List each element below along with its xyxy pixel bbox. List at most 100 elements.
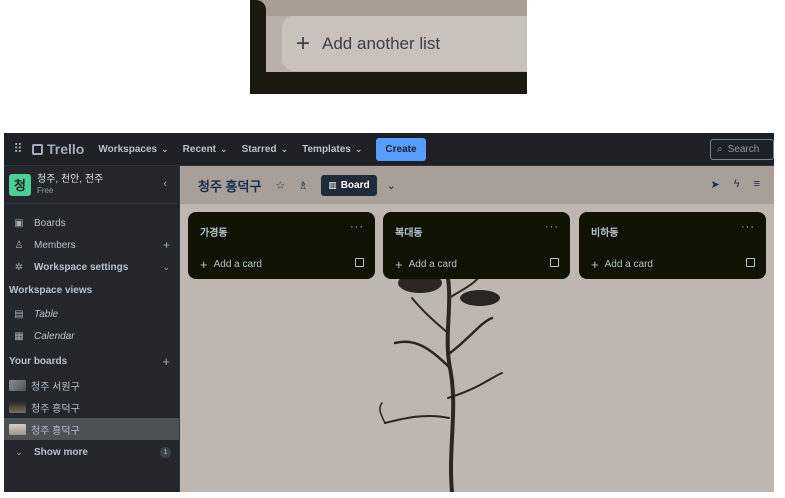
- sidebar-item-members[interactable]: ♙ Members +: [4, 234, 179, 256]
- sidebar-item-workspace-settings[interactable]: ✲ Workspace settings ⌄: [4, 256, 179, 278]
- card-template-icon[interactable]: [550, 258, 559, 267]
- trello-logo[interactable]: Trello: [32, 141, 84, 157]
- add-card-label: Add a card: [604, 259, 653, 270]
- zoomed-inset: + Add another list: [250, 0, 527, 94]
- card-template-icon[interactable]: [746, 258, 755, 267]
- sidebar-board-item-active[interactable]: 청주 흥덕구: [4, 418, 179, 440]
- add-card-button[interactable]: + Add a card: [395, 257, 457, 272]
- board-view-label: Board: [340, 179, 370, 191]
- chevron-down-icon: ⌄: [354, 143, 363, 154]
- search-icon: ⌕: [717, 144, 723, 155]
- star-icon[interactable]: ☆: [275, 179, 285, 192]
- sidebar-item-label: Calendar: [34, 330, 75, 342]
- add-another-list-label: Add another list: [322, 33, 441, 53]
- inset-top-strip: [250, 0, 527, 16]
- workspaces-menu[interactable]: Workspaces ⌄: [98, 144, 168, 155]
- starred-menu-label: Starred: [241, 143, 277, 155]
- chevron-down-icon[interactable]: ⌄: [387, 179, 396, 192]
- board-header: 청주 흥덕구 ☆ ♗ ▥ Board ⌄ ➤ ϟ ≡: [180, 166, 774, 204]
- board-view-button[interactable]: ▥ Board: [321, 174, 377, 196]
- workspace-name: 청주, 천안, 전주: [37, 174, 104, 185]
- list-title[interactable]: 복대동: [395, 224, 423, 239]
- sidebar-item-table[interactable]: ▤ Table: [4, 303, 179, 325]
- recent-menu[interactable]: Recent ⌄: [183, 144, 228, 155]
- workspace-views-heading: Workspace views: [4, 278, 179, 303]
- your-boards-heading: Your boards +: [4, 349, 179, 374]
- trello-app: ⠿ Trello Workspaces ⌄ Recent ⌄ Starred ⌄ Te…: [4, 133, 774, 492]
- gear-icon: ✲: [14, 261, 24, 273]
- show-more-label: Show more: [34, 446, 88, 458]
- plus-icon: +: [395, 257, 403, 272]
- add-member-icon[interactable]: +: [163, 238, 170, 252]
- board-thumbnail: [9, 379, 26, 391]
- show-more-button[interactable]: ⌄ Show more 1: [4, 441, 179, 463]
- card-template-icon[interactable]: [355, 258, 364, 267]
- sidebar-board-label: 청주 흥덕구: [31, 403, 80, 415]
- trello-mark-icon: [32, 143, 43, 155]
- recent-menu-label: Recent: [182, 143, 217, 155]
- send-icon[interactable]: ➤: [711, 178, 720, 191]
- sidebar-item-boards[interactable]: ▣ Boards: [4, 212, 179, 234]
- add-card-button[interactable]: + Add a card: [200, 257, 262, 272]
- sidebar-item-label: Boards: [34, 217, 66, 229]
- trello-logo-text: Trello: [47, 141, 85, 157]
- inset-bottom-strip: [250, 72, 527, 94]
- sidebar-board-label: 청주 서원구: [31, 381, 80, 393]
- chevron-down-icon: ⌄: [162, 261, 170, 272]
- starred-menu[interactable]: Starred ⌄: [242, 144, 289, 155]
- workspace-views-title: Workspace views: [9, 285, 93, 296]
- plus-icon: +: [296, 29, 311, 57]
- board-thumbnail: [9, 423, 26, 435]
- add-another-list-button[interactable]: + Add another list: [282, 16, 527, 71]
- list-title[interactable]: 가경동: [200, 224, 228, 239]
- add-card-button[interactable]: + Add a card: [591, 257, 653, 272]
- sidebar-item-label: Members: [34, 239, 76, 251]
- chevron-down-icon: ⌄: [161, 143, 169, 154]
- add-board-icon[interactable]: +: [162, 354, 170, 369]
- plus-icon: +: [200, 257, 208, 272]
- add-card-label: Add a card: [408, 259, 457, 270]
- board-canvas: 청주 흥덕구 ☆ ♗ ▥ Board ⌄ ➤ ϟ ≡ 가경동 ··· + Add…: [180, 166, 774, 492]
- workspace-avatar[interactable]: 청: [9, 173, 31, 196]
- sidebar-item-label: Workspace settings: [34, 261, 129, 273]
- add-card-label: Add a card: [213, 259, 262, 270]
- power-ups-icon[interactable]: ϟ: [734, 178, 740, 191]
- list-menu-icon[interactable]: ···: [545, 221, 559, 233]
- table-icon: ▤: [14, 308, 24, 320]
- search-placeholder: Search: [727, 144, 760, 155]
- chevron-down-icon: ⌄: [280, 143, 289, 154]
- top-navigation-bar: ⠿ Trello Workspaces ⌄ Recent ⌄ Starred ⌄ Te…: [4, 133, 774, 166]
- visibility-icon[interactable]: ♗: [298, 179, 308, 192]
- plus-icon: +: [591, 257, 599, 272]
- sidebar-item-calendar[interactable]: ▦ Calendar: [4, 325, 179, 347]
- templates-menu[interactable]: Templates ⌄: [302, 144, 362, 155]
- sidebar-board-item[interactable]: 청주 서원구: [4, 374, 179, 396]
- chevron-down-icon: ⌄: [220, 143, 228, 154]
- list-column: 가경동 ··· + Add a card: [188, 212, 375, 279]
- show-more-count-badge: 1: [160, 446, 171, 458]
- sidebar-board-item[interactable]: 청주 흥덕구: [4, 396, 179, 418]
- list-column: 복대동 ··· + Add a card: [383, 212, 570, 279]
- calendar-icon: ▦: [14, 330, 24, 342]
- create-button[interactable]: Create: [376, 137, 426, 161]
- list-title[interactable]: 비하동: [591, 224, 619, 239]
- search-input[interactable]: ⌕ Search: [710, 139, 774, 160]
- list-menu-icon[interactable]: ···: [350, 221, 364, 233]
- workspaces-menu-label: Workspaces: [98, 143, 158, 155]
- list-menu-icon[interactable]: ···: [741, 221, 755, 233]
- workspace-sidebar: 청 청주, 천안, 전주 Free ‹ ▣ Boards ♙ Members +…: [4, 166, 180, 492]
- chevron-down-icon: ⌄: [15, 446, 23, 457]
- sidebar-board-label: 청주 흥덕구: [31, 425, 80, 437]
- person-icon: ♙: [14, 239, 24, 251]
- board-title[interactable]: 청주 흥덕구: [198, 176, 261, 195]
- board-view-icon: ▥: [328, 179, 337, 190]
- board-thumbnail: [9, 401, 26, 413]
- your-boards-title: Your boards: [9, 356, 68, 367]
- board-icon: ▣: [14, 217, 24, 229]
- workspace-header: 청 청주, 천안, 전주 Free ‹: [4, 166, 179, 204]
- templates-menu-label: Templates: [302, 143, 351, 155]
- app-switcher-icon[interactable]: ⠿: [4, 141, 32, 157]
- collapse-sidebar-icon[interactable]: ‹: [163, 178, 167, 190]
- list-column: 비하동 ··· + Add a card: [579, 212, 766, 279]
- filter-icon[interactable]: ≡: [754, 178, 760, 191]
